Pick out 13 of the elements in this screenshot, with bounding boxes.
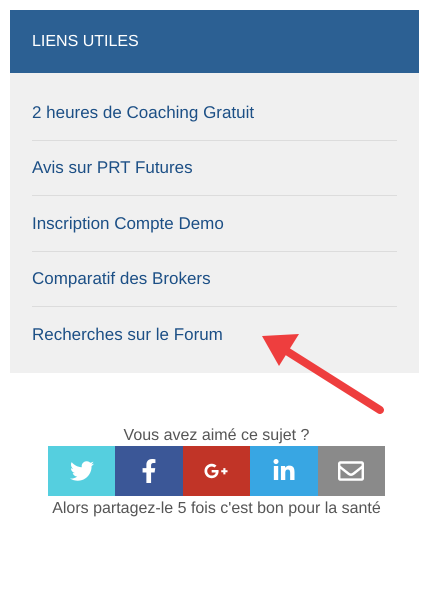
- share-question: Vous avez aimé ce sujet ?: [124, 426, 310, 446]
- share-button[interactable]: [318, 446, 385, 496]
- panel-title: LIENS UTILES: [32, 32, 139, 52]
- link[interactable]: 2 heures de Coaching Gratuit: [32, 100, 254, 125]
- link[interactable]: Recherches sur le Forum: [32, 322, 223, 348]
- share-button[interactable]: [115, 446, 183, 496]
- share-footer: Alors partagez-le 5 fois c'est bon pour la santé: [52, 498, 381, 520]
- linkedin-icon: [272, 458, 296, 482]
- link[interactable]: Inscription Compte Demo: [32, 210, 224, 236]
- bird-icon: [70, 458, 94, 482]
- link[interactable]: Comparatif des Brokers: [32, 266, 211, 292]
- link[interactable]: Avis sur PRT Futures: [32, 155, 193, 180]
- share-button[interactable]: [182, 446, 250, 496]
